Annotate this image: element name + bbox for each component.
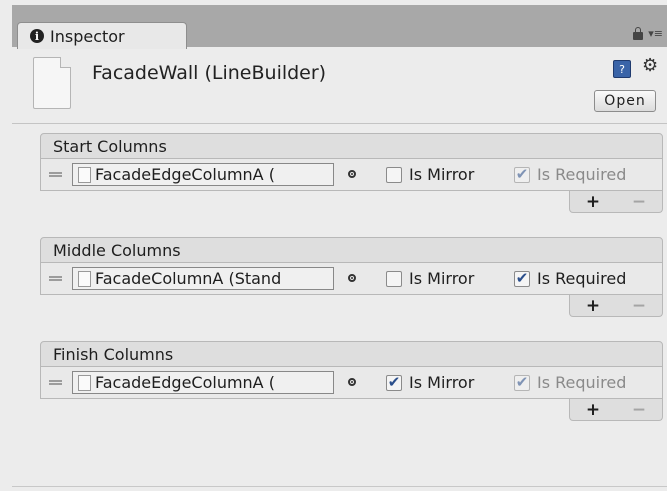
asset-file-icon [33,57,71,109]
object-field-value: FacadeEdgeColumnA ( [95,165,275,184]
is-required-label: Is Required [537,373,627,392]
is-required-toggle: ✔ Is Required [514,165,626,184]
lock-icon[interactable] [633,26,644,40]
list-middle-columns: Middle Columns FacadeColumnA (Stand Is M… [40,237,663,317]
menu-icon[interactable]: ▾≡ [648,27,663,40]
list-title: Finish Columns [53,344,174,364]
object-title: FacadeWall (LineBuilder) [92,62,327,84]
is-mirror-label: Is Mirror [409,373,475,392]
file-icon [78,374,91,391]
list-title: Middle Columns [53,240,181,260]
object-picker-icon[interactable] [348,378,356,386]
list-start-columns: Start Columns FacadeEdgeColumnA ( Is Mir… [40,133,663,213]
list-title: Start Columns [53,136,167,156]
is-mirror-toggle[interactable]: Is Mirror [386,269,474,288]
list-header: Middle Columns [40,237,663,263]
object-field-value: FacadeColumnA (Stand [95,269,282,288]
remove-button[interactable]: − [632,192,646,212]
is-mirror-checkbox[interactable]: ✔ [386,374,402,391]
list-finish-columns: Finish Columns FacadeEdgeColumnA ( ✔ Is … [40,341,663,421]
file-icon [78,166,91,183]
list-element: FacadeEdgeColumnA ( Is Mirror ✔ Is Requi… [40,159,663,191]
is-required-toggle: ✔ Is Required [514,373,626,392]
object-field[interactable]: FacadeEdgeColumnA ( [72,163,334,186]
list-header: Start Columns [40,133,663,159]
add-button[interactable]: + [586,400,600,420]
object-picker-icon[interactable] [348,170,356,178]
list-element: FacadeColumnA (Stand Is Mirror ✔ Is Requ… [40,263,663,295]
is-mirror-checkbox[interactable] [386,166,402,183]
inspector-header: FacadeWall (LineBuilder) ? ⚙ Open [12,48,667,124]
is-required-label: Is Required [537,165,627,184]
file-icon [78,270,91,287]
tab-label: Inspector [50,26,125,46]
divider [12,486,667,487]
is-required-label: Is Required [537,269,627,288]
list-header: Finish Columns [40,341,663,367]
object-picker-icon[interactable] [348,274,356,282]
is-required-toggle[interactable]: ✔ Is Required [514,269,626,288]
remove-button[interactable]: − [632,400,646,420]
inspector-window: i Inspector ▾≡ FacadeWall (LineBuilder) … [12,5,667,491]
tab-tools: ▾≡ [633,26,663,40]
is-mirror-toggle[interactable]: Is Mirror [386,165,474,184]
is-required-checkbox[interactable]: ✔ [514,270,530,287]
remove-button[interactable]: − [632,296,646,316]
add-button[interactable]: + [586,192,600,212]
drag-handle-icon[interactable] [49,276,62,281]
tab-inspector[interactable]: i Inspector [17,22,187,49]
object-field[interactable]: FacadeEdgeColumnA ( [72,371,334,394]
gear-icon[interactable]: ⚙ [642,55,658,76]
list-footer: + − [569,295,663,317]
is-required-checkbox: ✔ [514,373,530,391]
list-footer: + − [569,191,663,213]
is-required-checkbox: ✔ [514,165,530,183]
is-mirror-checkbox[interactable] [386,270,402,287]
list-element: FacadeEdgeColumnA ( ✔ Is Mirror ✔ Is Req… [40,367,663,399]
object-field[interactable]: FacadeColumnA (Stand [72,267,334,290]
info-icon: i [30,29,44,43]
drag-handle-icon[interactable] [49,380,62,385]
drag-handle-icon[interactable] [49,172,62,177]
open-button[interactable]: Open [594,90,656,112]
is-mirror-toggle[interactable]: ✔ Is Mirror [386,373,474,392]
help-icon[interactable]: ? [613,60,631,78]
is-mirror-label: Is Mirror [409,269,475,288]
tab-bar: i Inspector ▾≡ [12,5,667,49]
is-mirror-label: Is Mirror [409,165,475,184]
object-field-value: FacadeEdgeColumnA ( [95,373,275,392]
list-footer: + − [569,399,663,421]
add-button[interactable]: + [586,296,600,316]
